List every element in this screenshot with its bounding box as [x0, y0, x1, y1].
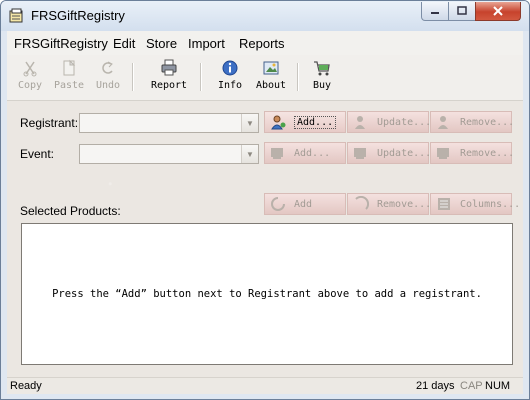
selected-products-list[interactable]: Press the “Add” button next to Registran… [21, 223, 513, 365]
product-add-label: Add [294, 198, 313, 210]
remove-event-icon [437, 148, 449, 159]
copy-button[interactable]: Copy [15, 59, 45, 91]
window-title: FRSGiftRegistry [31, 8, 125, 23]
about-button[interactable]: About [253, 59, 289, 91]
remove-product-icon [355, 196, 369, 210]
registrant-update-label: Update... [377, 116, 432, 128]
update-person-icon [355, 116, 365, 129]
event-add-label: Add... [294, 147, 331, 159]
registrant-label: Registrant: [20, 116, 79, 130]
status-bar: Ready 21 days CAP NUM [7, 377, 523, 394]
toolbar-separator [200, 63, 202, 91]
maximize-button[interactable] [448, 2, 476, 21]
app-window: FRSGiftRegistry FRSGiftRegistry Edit Sto… [0, 0, 530, 400]
event-remove-label: Remove... [460, 147, 515, 159]
dropdown-arrow-icon[interactable]: ▼ [241, 145, 258, 163]
status-text: Ready [10, 380, 42, 392]
copy-icon [23, 61, 37, 77]
toolbar-separator [132, 63, 134, 91]
app-icon [9, 8, 23, 23]
report-label: Report [150, 80, 188, 91]
update-event-icon [354, 148, 366, 159]
minimize-button[interactable] [421, 2, 449, 21]
paste-label: Paste [53, 80, 85, 91]
undo-label: Undo [95, 80, 121, 91]
add-product-icon [271, 197, 285, 211]
printer-icon [161, 59, 177, 76]
copy-label: Copy [17, 80, 43, 91]
selected-products-label: Selected Products: [20, 204, 121, 218]
registrant-add-button[interactable]: Add... [264, 111, 346, 133]
report-button[interactable]: Report [147, 59, 191, 91]
about-icon [263, 61, 279, 75]
paste-button[interactable]: Paste [51, 59, 87, 91]
menu-reports[interactable]: Reports [239, 36, 285, 51]
empty-list-message: Press the “Add” button next to Registran… [52, 288, 482, 300]
columns-icon [438, 198, 450, 210]
event-label: Event: [20, 147, 55, 161]
product-remove-button[interactable]: Remove... [347, 193, 432, 215]
menu-edit[interactable]: Edit [113, 36, 135, 51]
buy-label: Buy [312, 80, 332, 91]
toolbar-separator [297, 63, 299, 91]
registrant-add-label: Add... [294, 115, 337, 129]
menu-import[interactable]: Import [188, 36, 225, 51]
undo-icon [102, 61, 113, 74]
num-lock-indicator: NUM [485, 380, 511, 392]
columns-button[interactable]: Columns... [430, 193, 520, 215]
product-add-button[interactable]: Add [264, 193, 346, 215]
event-update-label: Update... [377, 147, 432, 159]
paste-icon [63, 59, 76, 76]
shopping-cart-icon [314, 61, 330, 76]
info-icon [222, 60, 238, 76]
client-area: FRSGiftRegistry Edit Store Import Report… [7, 31, 523, 394]
menu-store[interactable]: Store [146, 36, 177, 51]
add-event-icon [271, 148, 283, 159]
event-add-button[interactable]: Add... [264, 142, 346, 164]
event-combobox[interactable]: ▼ [79, 144, 259, 164]
minimize-icon [431, 12, 439, 14]
about-label: About [255, 80, 287, 91]
event-remove-button[interactable]: Remove... [430, 142, 515, 164]
registrant-combobox[interactable]: ▼ [79, 113, 259, 133]
registrant-remove-button[interactable]: Remove... [430, 111, 515, 133]
add-person-icon [271, 115, 286, 130]
columns-label: Columns... [460, 198, 521, 210]
registrant-update-button[interactable]: Update... [347, 111, 432, 133]
toolbar: Copy Paste Undo Report Info About Buy [7, 55, 523, 101]
caps-lock-indicator: CAP [460, 380, 483, 392]
buy-button[interactable]: Buy [309, 59, 335, 91]
undo-button[interactable]: Undo [93, 59, 123, 91]
event-update-button[interactable]: Update... [347, 142, 432, 164]
maximize-icon [457, 6, 467, 15]
registrant-remove-label: Remove... [460, 116, 515, 128]
product-remove-label: Remove... [377, 198, 432, 210]
remove-person-icon [438, 116, 448, 129]
info-label: Info [217, 80, 243, 91]
title-bar[interactable]: FRSGiftRegistry [1, 1, 529, 31]
dropdown-arrow-icon[interactable]: ▼ [241, 114, 258, 132]
menu-frsgiftregistry[interactable]: FRSGiftRegistry [14, 36, 108, 51]
info-button[interactable]: Info [215, 59, 245, 91]
close-button[interactable] [475, 2, 521, 21]
menu-bar: FRSGiftRegistry Edit Store Import Report… [7, 31, 523, 55]
trial-days-indicator: 21 days [416, 380, 455, 392]
close-icon [493, 6, 503, 16]
